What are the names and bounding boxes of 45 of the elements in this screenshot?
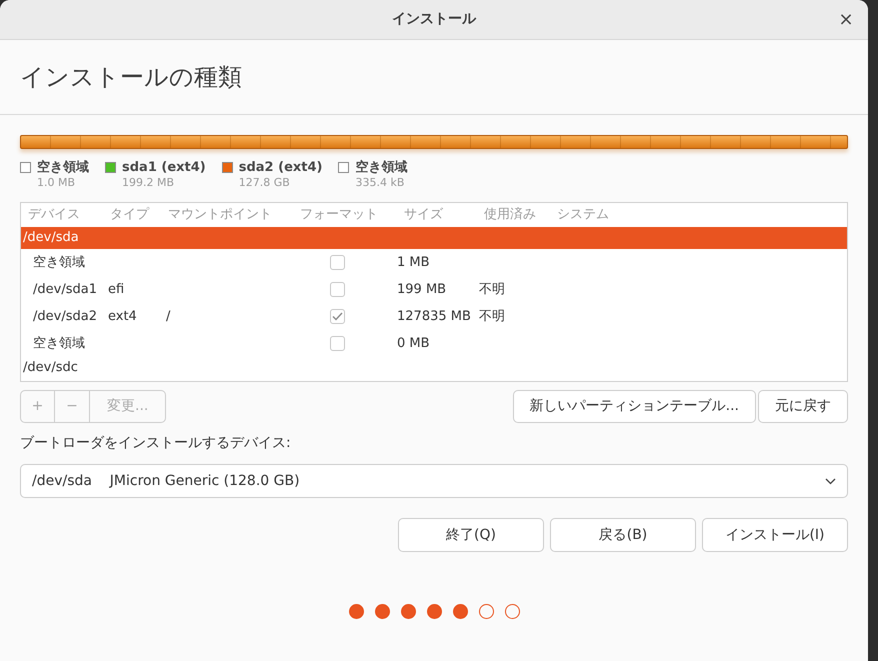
close-button[interactable]: ×: [834, 8, 858, 32]
chevron-down-icon: [825, 478, 836, 484]
disk-row[interactable]: /dev/sda: [21, 227, 847, 249]
partition-row[interactable]: 空き領域 1 MB: [21, 249, 847, 276]
device-name: 空き領域: [32, 334, 86, 353]
legend-size: 335.4 kB: [355, 176, 406, 190]
format-checkbox[interactable]: [330, 336, 344, 351]
used-cell: 不明: [479, 282, 505, 297]
type-cell: ext4: [108, 308, 137, 324]
partition-row[interactable]: /dev/sda1 efi 199 MB 不明: [21, 276, 847, 303]
bootloader-dropdown[interactable]: /dev/sda JMicron Generic (128.0 GB): [20, 464, 848, 498]
legend-label: sda1 (ext4): [122, 159, 206, 176]
dialog-button[interactable]: インストール(I): [702, 518, 848, 552]
table-action-button[interactable]: 新しいパーティションテーブル...: [512, 390, 756, 423]
legend-label: sda2 (ext4): [238, 159, 322, 176]
format-checkbox[interactable]: [330, 282, 344, 297]
device-name: /dev/sdc: [23, 359, 78, 378]
legend-label: 空き領域: [355, 159, 408, 176]
bootloader-label: ブートローダをインストールするデバイス:: [20, 434, 292, 453]
check-icon: [332, 312, 342, 321]
dialog-button[interactable]: 終了(Q): [398, 518, 544, 552]
partition-row[interactable]: 空き領域 0 MB: [21, 330, 847, 357]
format-checkbox[interactable]: [330, 255, 344, 270]
legend-size: 127.8 GB: [238, 176, 291, 190]
used-cell: 不明: [479, 308, 505, 324]
partition-row[interactable]: /dev/sda2 ext4 / 127835 MB 不明: [21, 303, 847, 330]
size-cell: 127835 MB: [397, 308, 471, 324]
format-checkbox[interactable]: [330, 309, 344, 324]
size-cell: 1 MB: [397, 254, 430, 270]
legend-size: 199.2 MB: [122, 176, 176, 190]
device-name: /dev/sda2: [32, 308, 98, 326]
mount-point-cell: /: [166, 308, 170, 324]
window-title: インストール: [392, 10, 476, 29]
dialog-button[interactable]: 戻る(B): [550, 518, 696, 552]
size-cell: 199 MB: [397, 282, 446, 297]
size-cell: 0 MB: [397, 336, 430, 351]
table-action-button[interactable]: 元に戻す: [758, 390, 848, 423]
device-name: 空き領域: [32, 254, 86, 272]
device-name: /dev/sda: [23, 229, 79, 248]
disk-row[interactable]: /dev/sdc: [21, 357, 847, 379]
type-cell: efi: [108, 282, 124, 297]
legend-size: 1.0 MB: [37, 176, 76, 190]
device-name: /dev/sda1: [32, 280, 98, 299]
page-heading: インストールの種類: [20, 62, 242, 93]
legend-label: 空き領域: [37, 159, 89, 176]
